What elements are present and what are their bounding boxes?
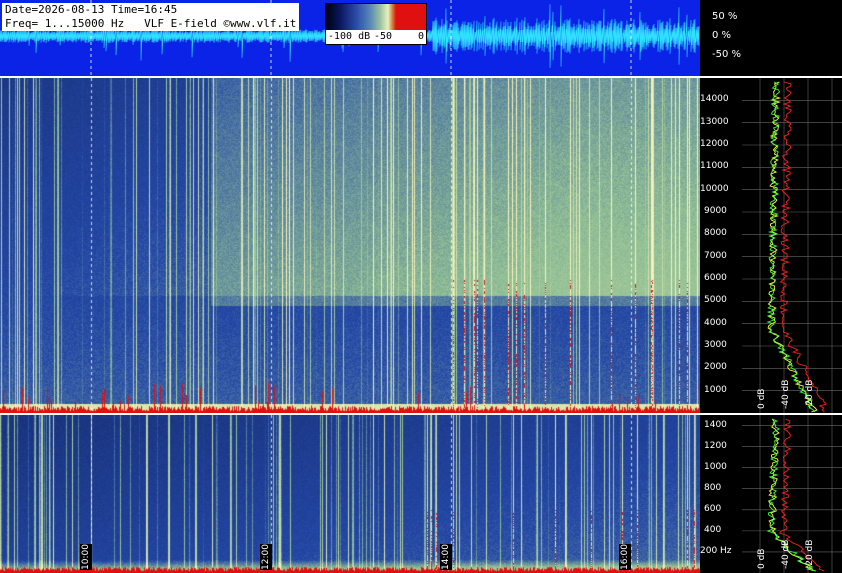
spectrogram-low-band: [0, 415, 700, 573]
time-label-1600: 16:00: [619, 544, 631, 570]
frequency-tick-label: 4000: [704, 317, 727, 328]
profile-tick-label: 0 dB: [757, 389, 767, 409]
spectrum-profile-full-plot: 0 dB -40 dB -20 dB: [742, 78, 842, 413]
frequency-tick-label: 5000: [704, 295, 727, 306]
colorbar-label-min: -100 dB: [328, 31, 371, 42]
frequency-tick-label: 11000: [700, 161, 729, 172]
frequency-tick-label: 3000: [704, 340, 727, 350]
info-box: Date=2026-08-13 Time=16:45 Freq= 1...150…: [2, 3, 300, 31]
spectrum-profile-low: 0 dB -40 dB -20 dB: [742, 415, 842, 573]
frequency-tick-label: 14000: [700, 94, 729, 105]
colorbar-label-mid: -50: [374, 31, 393, 42]
frequency-tick-label: 1200: [704, 440, 727, 451]
wave-scale-50: 50 %: [712, 11, 738, 22]
frequency-tick-label: 12000: [700, 139, 729, 149]
profile-series-line: [767, 81, 818, 413]
frequency-tick-label: 9000: [704, 206, 727, 216]
spectrogram-full-band: [0, 78, 700, 413]
frequency-tick-label: 400: [704, 524, 722, 535]
time-label-1000: 10:00: [80, 544, 92, 570]
frequency-tick-label: 600: [704, 503, 722, 514]
waveform-panel: Date=2026-08-13 Time=16:45 Freq= 1...150…: [0, 0, 700, 76]
time-label-1200: 12:00: [260, 544, 272, 570]
frequency-tick-label: 1000: [704, 461, 727, 472]
frequency-tick-label: 2000: [704, 362, 727, 373]
frequency-tick-label: 1000: [704, 384, 727, 395]
profile-tick-label: -20 dB: [805, 380, 815, 409]
frequency-tick-label: 800: [704, 482, 722, 493]
frequency-axis-low: 200 Hz 400 600 800 1000 1200 1400: [700, 415, 742, 573]
frequency-axis-full: 1000 2000 3000 4000 5000 6000 7000 8000 9000 1000…: [700, 78, 742, 413]
frequency-tick-label: 8000: [704, 228, 727, 239]
frequency-tick-label: 1400: [704, 419, 727, 430]
time-label-1400: 14:00: [440, 544, 452, 570]
colorbar-gradient: [326, 4, 426, 30]
spectrogram-full-band-image: [0, 78, 700, 413]
colorbar-label-max: 0: [418, 31, 425, 42]
info-line-2: Freq= 1...15000 Hz VLF E-field ©www.vlf.…: [5, 17, 297, 30]
wave-scale-minus50: -50 %: [712, 49, 742, 60]
vlf-spectrogram-window: Date=2026-08-13 Time=16:45 Freq= 1...150…: [0, 0, 842, 573]
colorbar: -100 dB -50 0: [325, 3, 427, 45]
frequency-tick-label: 13000: [700, 116, 729, 127]
frequency-tick-label: 7000: [704, 250, 727, 261]
profile-tick-label: -40 dB: [781, 540, 791, 569]
spectrum-profile-full: 0 dB -40 dB -20 dB: [742, 78, 842, 413]
spectrum-profile-low-plot: 0 dB -40 dB -20 dB: [742, 415, 842, 573]
profile-series-line: [779, 81, 827, 413]
spectrogram-low-band-image: [0, 415, 700, 573]
waveform-scale: 50 % 0 % -50 %: [700, 0, 842, 76]
profile-tick-label: -20 dB: [805, 540, 815, 569]
info-line-1: Date=2026-08-13 Time=16:45: [5, 3, 178, 16]
profile-tick-label: 0 dB: [757, 549, 767, 569]
profile-tick-label: -40 dB: [781, 380, 791, 409]
frequency-tick-label: 10000: [700, 183, 729, 194]
frequency-tick-label: 200 Hz: [700, 545, 732, 556]
frequency-tick-label: 6000: [704, 273, 727, 283]
wave-scale-0: 0 %: [712, 30, 732, 41]
